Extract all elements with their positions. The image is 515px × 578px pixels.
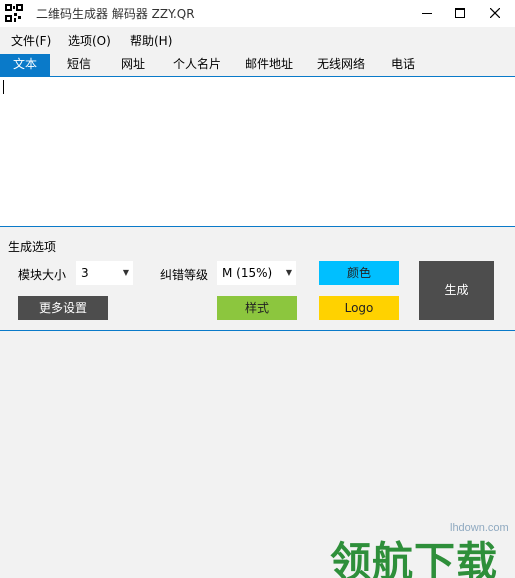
close-button[interactable] (478, 0, 512, 26)
minimize-button[interactable] (410, 0, 444, 26)
minimize-icon (422, 13, 432, 14)
module-size-value: 3 (81, 266, 89, 280)
dropdown-arrow-icon: ▼ (285, 268, 292, 277)
maximize-icon (455, 8, 465, 18)
tab-vcard[interactable]: 个人名片 (166, 54, 228, 76)
menu-bar: 文件(F) 选项(O) 帮助(H) (0, 28, 515, 52)
dropdown-arrow-icon: ▼ (122, 268, 129, 277)
tab-text[interactable]: 文本 (0, 54, 50, 76)
menu-file[interactable]: 文件(F) (11, 32, 51, 49)
window-title: 二维码生成器 解码器 ZZY.QR (36, 7, 195, 21)
more-settings-button[interactable]: 更多设置 (18, 296, 108, 320)
menu-help[interactable]: 帮助(H) (130, 32, 172, 49)
text-input-area[interactable] (0, 76, 515, 227)
style-button[interactable]: 样式 (217, 296, 297, 320)
module-size-select[interactable]: 3 ▼ (76, 261, 133, 285)
options-section-title: 生成选项 (8, 240, 57, 254)
watermark-logo: 领航下载 (330, 538, 498, 578)
menu-options[interactable]: 选项(O) (68, 32, 111, 49)
color-button[interactable]: 颜色 (319, 261, 399, 285)
error-level-label: 纠错等级 (160, 268, 209, 282)
qr-app-icon (5, 4, 23, 22)
tab-url[interactable]: 网址 (110, 54, 156, 76)
tab-phone[interactable]: 电话 (380, 54, 426, 76)
title-bar: 二维码生成器 解码器 ZZY.QR (0, 0, 515, 27)
tab-sms[interactable]: 短信 (56, 54, 102, 76)
close-icon (490, 8, 500, 18)
generate-button[interactable]: 生成 (419, 261, 494, 320)
text-caret (3, 80, 4, 94)
error-level-select[interactable]: M (15%) ▼ (217, 261, 296, 285)
tab-strip: 文本 短信 网址 个人名片 邮件地址 无线网络 电话 (0, 54, 515, 76)
error-level-value: M (15%) (222, 266, 273, 280)
module-size-label: 模块大小 (18, 268, 67, 282)
tab-email[interactable]: 邮件地址 (238, 54, 300, 76)
maximize-button[interactable] (443, 0, 477, 26)
logo-button[interactable]: Logo (319, 296, 399, 320)
tab-wifi[interactable]: 无线网络 (310, 54, 372, 76)
